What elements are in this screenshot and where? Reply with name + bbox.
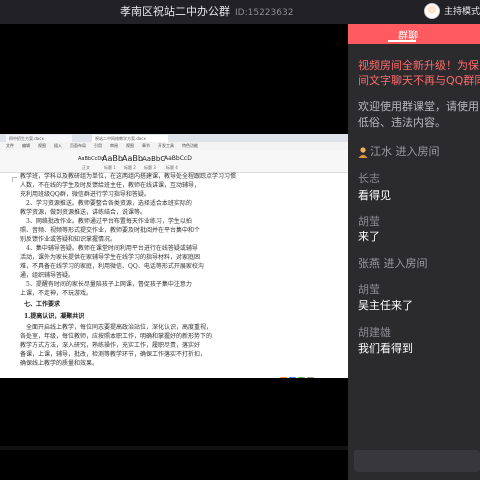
document-tab-bar: 四中招生方案.docx 祝站二中网络教学方案.docx — [0, 134, 348, 142]
document-line: 5、提醒有时间的家长尽量陪孩子上网课，督促孩子集中注意力 — [26, 281, 192, 288]
chat-input[interactable] — [354, 450, 480, 472]
menu-item: 页面布局 — [70, 143, 86, 148]
join-event: 张燕 进入房间 — [358, 257, 428, 270]
message-sender: 胡莹 — [358, 215, 380, 228]
style-caption: 标题 4 — [166, 165, 178, 170]
document-line: 上课，不走神，不玩游戏。 — [20, 290, 93, 297]
document-menu-bar: 文件 编辑 视图 插入 页面布局 引用 审阅 视图 章节 开发工具 特色功能 — [0, 142, 348, 150]
menu-item: 视图 — [126, 143, 134, 148]
message-text: 来了 — [358, 230, 380, 243]
welcome-line: 欢迎使用群课堂，请使用 — [358, 100, 479, 113]
welcome-line: 低俗、违法内容。 — [358, 116, 446, 129]
join-event: 江水 进入房间 — [370, 145, 440, 158]
style-caption: 标题 3 — [144, 165, 156, 170]
document-tab-active: 祝站二中网络教学方案.docx — [92, 135, 168, 142]
menu-item: 开发工具 — [158, 143, 174, 148]
menu-item: 插入 — [54, 143, 62, 148]
message-text: 看得见 — [358, 189, 391, 202]
menu-item: 特色功能 — [182, 143, 198, 148]
message-sender: 胡建雄 — [358, 326, 391, 339]
style-sample: AaBb — [102, 154, 123, 163]
document-line: 确保线上教学的质量和效果。 — [20, 360, 99, 367]
document-line: 全面开启线上教学，每位同志要提高政治站位，深化认识，高度重视， — [26, 324, 213, 331]
announcement-line: 视频房间全新升级！为保 — [358, 59, 479, 72]
style-caption: 正文 — [82, 165, 90, 170]
screen-share-area[interactable]: 四中招生方案.docx 祝站二中网络教学方案.docx 文件 编辑 视图 插入 … — [0, 24, 348, 480]
message-sender: 胡莹 — [358, 283, 380, 296]
document-line: 照、音频、视频等形式提交作业，教师要及时批阅并在平台集中和个 — [20, 227, 201, 234]
room-id: ID:15223632 — [235, 8, 294, 18]
room-title: 孝南区祝站二中办公群 ID:15223632 — [120, 4, 293, 20]
document-line: 3、网络批改作业。教师通过平台布置每天作业练习，学生以拍 — [26, 218, 192, 225]
document-line: 通，组织辅导答疑。 — [20, 272, 75, 279]
document-ribbon: AaBbCcDd 正文 AaBb 标题 1 AaBb 标题 2 AaBbC 标题… — [0, 150, 348, 173]
mic-icon — [298, 377, 305, 378]
user-join-icon — [358, 147, 368, 158]
document-line: 教学资源，做到资源推送，讲练结合，说课等。 — [20, 209, 147, 216]
document-line: 教学方式方法，深入研究，熟练操作，充实工作，履职尽责，落实好 — [20, 342, 201, 349]
document-line: 人数，不在线的学生及时反馈给班主任，教师在线讲课，互动辅导， — [20, 182, 201, 189]
document-line: 2、学习资源推送。教师要整合各类资源，选择适合本班实际的 — [26, 200, 192, 207]
document-heading: 七、工作要求 — [24, 301, 61, 308]
tab-label: 群聊 — [398, 31, 418, 42]
menu-item: 编辑 — [22, 143, 30, 148]
tab-underline — [388, 40, 416, 42]
menu-item: 审阅 — [110, 143, 118, 148]
style-sample: AaBbCcDd — [78, 156, 105, 162]
host-mode-label[interactable]: 主持模式 — [444, 4, 480, 20]
style-sample: AaBbC — [142, 155, 166, 163]
message-sender: 长志 — [358, 172, 380, 185]
shared-document-window: 四中招生方案.docx 祝站二中网络教学方案.docx 文件 编辑 视图 插入 … — [0, 134, 348, 378]
document-subheading: 1.提高认识，凝聚共识 — [24, 313, 85, 320]
settings-icon — [307, 377, 314, 378]
top-bar: 孝南区祝站二中办公群 ID:15223632 主持模式 — [0, 0, 480, 24]
style-caption: 标题 1 — [104, 165, 116, 170]
cloud-icon — [289, 377, 296, 378]
document-line: 充利用班级QQ群，微信群进行学习指导和答疑。 — [20, 191, 150, 198]
menu-item: 视图 — [38, 143, 46, 148]
page-margin-marker — [12, 177, 17, 182]
document-line: 备课，上课，辅导，批改，检测等教学环节，确保工作落实不打折扣， — [20, 351, 207, 358]
document-line: 活动，课外为家长提供在家辅导学生在线学习的指导材料，对家庭困 — [20, 254, 201, 261]
document-line: 4、集中辅导答疑。教师在课堂时间利用平台进行在线答疑或辅导 — [26, 245, 198, 252]
style-sample: AaBbCcD — [164, 155, 192, 162]
document-line: 别反馈作业或答疑和知识掌握情况。 — [20, 236, 117, 243]
video-control-strip — [0, 446, 348, 450]
style-caption: 标题 2 — [124, 165, 136, 170]
avatar[interactable] — [424, 3, 440, 19]
menu-item: 章节 — [142, 143, 150, 148]
document-line: 各处室，年级，每位教师，应按照本职工作，明确和掌握好的新形势下的 — [20, 333, 213, 340]
ime-icon — [280, 377, 287, 378]
document-line: 教学班，学科以及教研组为单位，在这两组内搭建课，教导处全程跟踪点学习习惯 — [20, 173, 237, 180]
style-sample: AaBb — [122, 154, 143, 163]
document-tab: 四中招生方案.docx — [6, 135, 72, 142]
room-name: 孝南区祝站二中办公群 — [120, 5, 230, 18]
message-text: 吴主任来了 — [358, 299, 413, 312]
document-page: 教学班，学科以及教研组为单位，在这两组内搭建课，教导处全程跟踪点学习习惯 人数，… — [0, 173, 348, 378]
document-status-icons — [280, 368, 316, 378]
tab-group-chat[interactable]: 群聊 — [348, 24, 480, 44]
message-text: 我们看得到 — [358, 342, 413, 355]
menu-item: 引用 — [94, 143, 102, 148]
menu-item: 文件 — [6, 143, 14, 148]
announcement-line: 间文字聊天不再与QQ群同 — [358, 74, 480, 87]
document-line: 难，不具备在线学习的家庭，利用微信、QQ、电话等形式开展家校沟 — [20, 263, 204, 270]
chat-panel: 群聊 视频房间全新升级！为保 间文字聊天不再与QQ群同 欢迎使用群课堂，请使用 … — [348, 24, 480, 480]
